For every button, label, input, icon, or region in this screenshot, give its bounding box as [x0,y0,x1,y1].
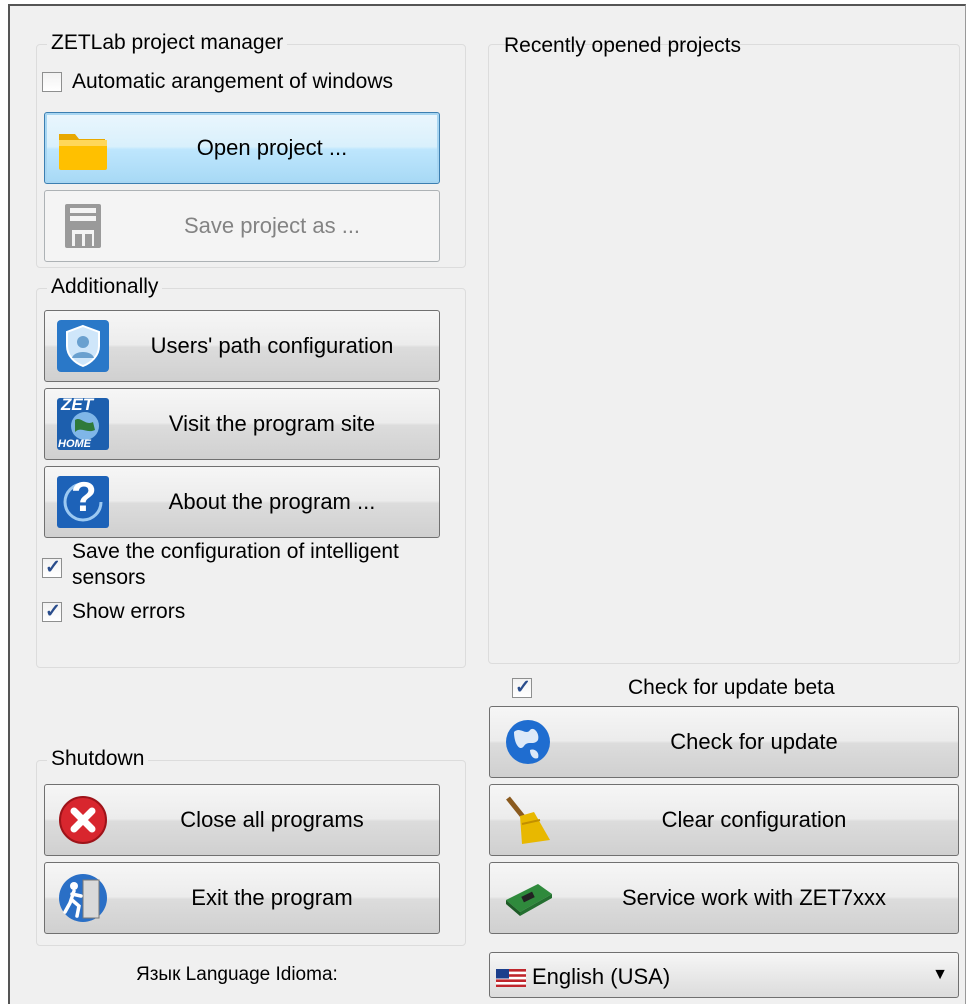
chevron-down-icon[interactable]: ▼ [932,966,948,984]
language-selected-value: English (USA) [532,964,671,989]
clear-configuration-label: Clear configuration [661,807,847,832]
about-button[interactable]: ? About the program ... [44,466,440,538]
open-project-button[interactable]: Open project ... [44,112,440,184]
checkmark-icon: ✓ [45,557,61,578]
auto-arrange-checkbox[interactable] [42,72,62,92]
exit-program-button[interactable]: Exit the program [44,862,440,934]
clear-configuration-button[interactable]: Clear configuration [489,784,959,856]
visit-site-button[interactable]: ZET HOME Visit the program site [44,388,440,460]
question-mark-text: ? [71,473,97,520]
open-project-label: Open project ... [196,135,348,160]
save-project-label: Save project as ... [183,213,361,238]
zet-badge-text: ZET [61,395,94,414]
close-all-programs-label: Close all programs [180,807,364,832]
check-update-label: Check for update [670,729,838,754]
project-manager-legend: ZETLab project manager [47,31,288,55]
close-all-programs-button[interactable]: Close all programs [44,784,440,856]
save-sensors-label-line2: sensors [72,566,146,589]
floppy-disk-icon [55,198,111,254]
folder-icon [55,120,111,176]
show-errors-checkbox[interactable]: ✓ [42,601,62,622]
additionally-legend: Additionally [47,275,163,299]
check-update-beta-checkbox[interactable]: ✓ [512,677,532,698]
check-update-button[interactable]: Check for update [489,706,959,778]
us-flag-icon [496,967,526,987]
save-sensors-label-line1: Save the configuration of intelligent [72,540,399,563]
show-errors-label: Show errors [72,600,186,623]
recent-projects-legend: Recently opened projects [504,34,741,57]
recent-projects-list[interactable] [488,44,960,664]
about-label: About the program ... [168,489,376,514]
checkmark-icon: ✓ [45,601,61,622]
circuit-board-icon [500,870,556,926]
user-shield-icon [55,318,111,374]
check-update-beta-label: Check for update beta [628,676,835,699]
language-select[interactable]: English (USA) ▼ [489,952,959,998]
exit-door-icon [55,870,111,926]
shutdown-legend: Shutdown [47,747,149,771]
save-project-button[interactable]: Save project as ... [44,190,440,262]
visit-site-label: Visit the program site [168,411,376,436]
users-path-button[interactable]: Users' path configuration [44,310,440,382]
checkmark-icon: ✓ [515,677,531,698]
zetlab-window: ZETLab project manager Automatic arangem… [8,4,966,1004]
globe-icon [500,714,556,770]
close-icon [55,792,111,848]
language-label: Язык Language Idioma: [136,964,338,985]
users-path-label: Users' path configuration [150,333,394,358]
broom-icon [500,792,556,848]
save-sensors-checkbox[interactable]: ✓ [42,557,62,578]
service-work-label: Service work with ZET7xxx [621,885,887,910]
service-work-button[interactable]: Service work with ZET7xxx [489,862,959,934]
auto-arrange-label: Automatic arangement of windows [72,70,393,93]
home-badge-text: HOME [58,438,91,450]
exit-program-label: Exit the program [191,885,353,910]
